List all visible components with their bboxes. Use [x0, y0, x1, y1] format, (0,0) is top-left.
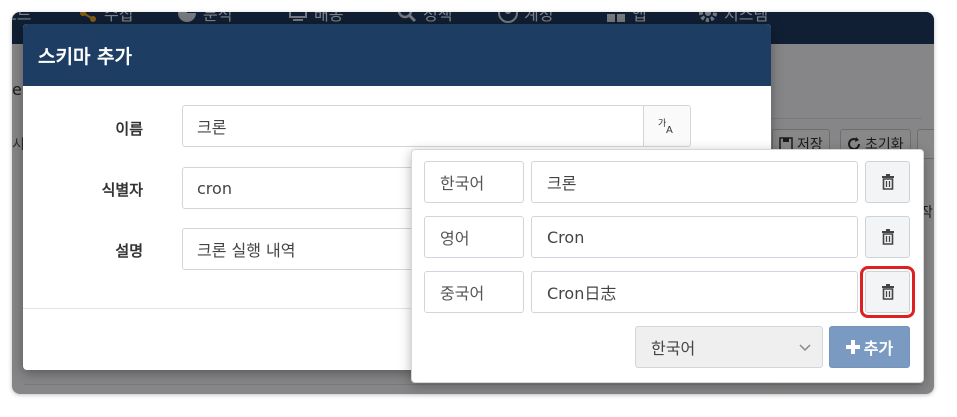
translate-icon: 가 A — [658, 118, 673, 135]
translation-popover: 한국어 크론 영어 Cron 중국어 Cron日志 한국어 추가 — [411, 149, 924, 383]
plus-icon — [845, 340, 860, 354]
chevron-down-icon — [799, 344, 811, 352]
translation-language: 중국어 — [424, 271, 524, 313]
translation-language: 영어 — [424, 216, 524, 258]
translation-value-input[interactable]: Cron — [531, 216, 858, 258]
identifier-input[interactable]: cron — [182, 167, 422, 209]
identifier-label: 식별자 — [101, 181, 143, 199]
trash-icon — [881, 284, 894, 300]
delete-translation-button[interactable] — [865, 216, 910, 258]
translation-value-input[interactable]: 크론 — [531, 161, 858, 203]
trash-icon — [881, 174, 894, 190]
add-translation-button[interactable]: 추가 — [829, 326, 910, 368]
translation-language: 한국어 — [424, 161, 524, 203]
delete-translation-button[interactable] — [860, 266, 915, 318]
svg-text:A: A — [666, 125, 673, 135]
trash-icon — [881, 229, 894, 245]
modal-title: 스키마 추가 — [23, 24, 771, 86]
translation-value-input[interactable]: Cron日志 — [531, 271, 858, 313]
add-translation-label: 추가 — [863, 339, 894, 358]
name-input[interactable]: 크론 — [182, 105, 644, 147]
language-select-value: 한국어 — [651, 339, 696, 358]
language-select[interactable]: 한국어 — [635, 326, 823, 368]
description-input[interactable]: 크론 실행 내역 — [182, 228, 422, 270]
translate-button[interactable]: 가 A — [643, 105, 691, 147]
delete-translation-button[interactable] — [865, 161, 910, 203]
description-label: 설명 — [115, 242, 143, 260]
name-label: 이름 — [115, 120, 143, 138]
